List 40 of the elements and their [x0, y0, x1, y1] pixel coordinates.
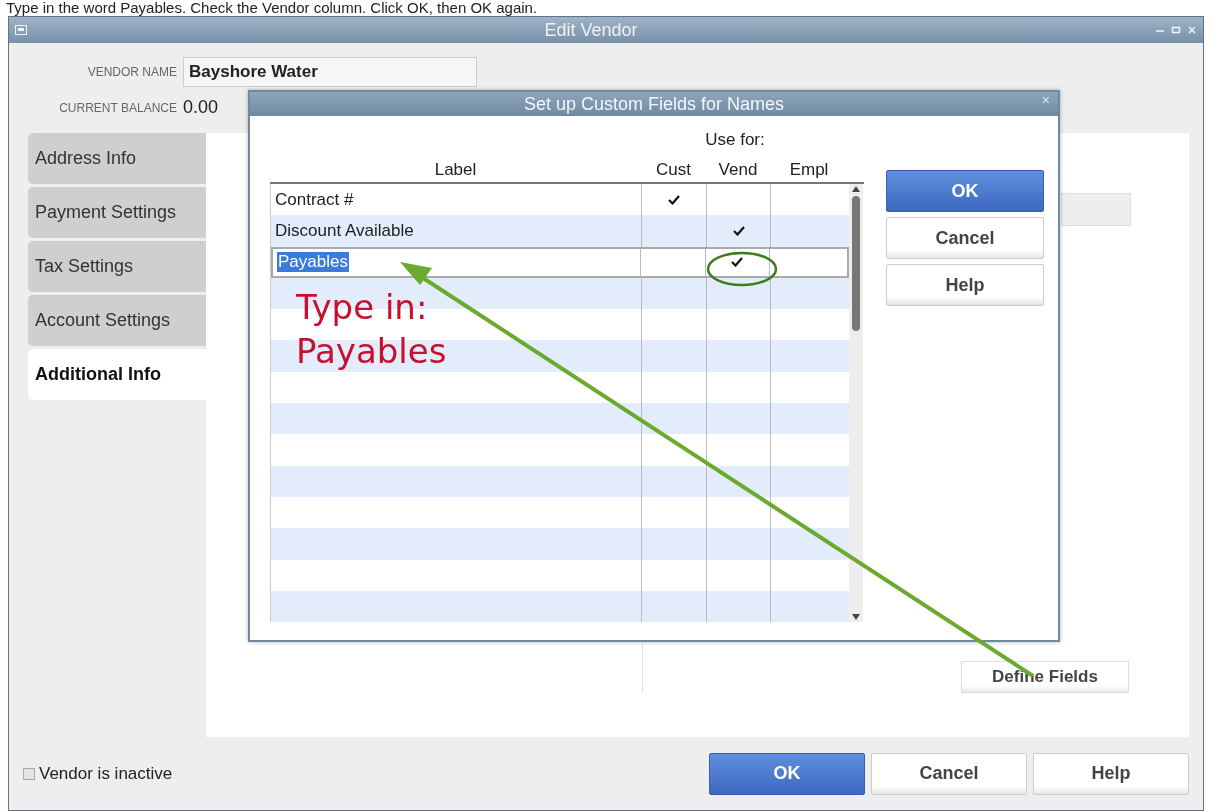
checkbox-label: Vendor is inactive — [39, 763, 173, 784]
define-fields-button[interactable]: Define Fields — [961, 661, 1129, 693]
field-label: CURRENT BALANCE — [58, 100, 177, 115]
instruction-text: Type in the word Payables. Check the Vendor column. Click OK, then OK again. — [5, 0, 539, 16]
checkbox[interactable] — [23, 767, 35, 780]
dialog-title: Set up Custom Fields for Names — [523, 93, 785, 115]
sidebar-tab[interactable]: Tax Settings — [28, 241, 206, 292]
dialog-button[interactable]: Cancel — [871, 752, 1027, 795]
column-header: Vend — [717, 160, 759, 180]
scrollbar-thumb[interactable] — [852, 196, 860, 331]
table-row[interactable]: Discount Available — [271, 215, 849, 247]
dialog-button[interactable]: Help — [1033, 752, 1189, 795]
vendor-name-field[interactable]: Bayshore Water — [183, 57, 477, 87]
table-row[interactable]: Payables — [271, 246, 849, 278]
window-title: Edit Vendor — [543, 19, 639, 41]
annotation-text: Type in: Payables — [296, 286, 447, 373]
column-header: Cust — [655, 160, 692, 180]
close-icon[interactable] — [1187, 25, 1197, 35]
sidebar-tab[interactable]: Address Info — [28, 133, 206, 184]
window-menu-icon[interactable] — [15, 25, 27, 35]
dialog-button[interactable]: OK — [709, 752, 865, 795]
table-cell[interactable]: Payables — [277, 252, 349, 273]
dialog-button[interactable]: Cancel — [886, 217, 1044, 259]
highlight-ellipse — [706, 251, 778, 287]
balance-value: 0.00 — [183, 97, 219, 118]
maximize-icon[interactable] — [1171, 25, 1181, 35]
sidebar-tab[interactable]: Payment Settings — [28, 187, 206, 238]
sidebar-tab[interactable]: Account Settings — [28, 295, 206, 346]
table-cell[interactable]: Contract # — [275, 189, 354, 210]
input-field[interactable] — [1061, 193, 1131, 226]
scroll-down-icon[interactable] — [851, 612, 861, 622]
column-group-header: Use for: — [704, 130, 766, 151]
field-label: VENDOR NAME — [86, 65, 177, 79]
scroll-up-icon[interactable] — [851, 184, 861, 194]
table-cell[interactable]: Discount Available — [275, 220, 414, 241]
sidebar-tab[interactable]: Additional Info — [28, 349, 206, 400]
column-header: Label — [433, 160, 478, 180]
dialog-button[interactable]: Help — [886, 264, 1044, 306]
dialog-button[interactable]: OK — [886, 170, 1044, 212]
column-header: Empl — [788, 160, 830, 180]
